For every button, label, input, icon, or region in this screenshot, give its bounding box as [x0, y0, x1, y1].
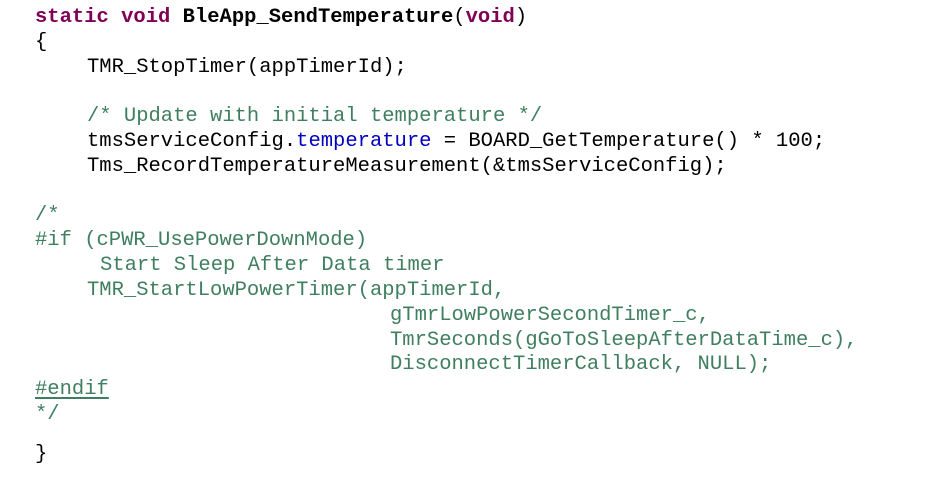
assign-rest: = BOARD_GetTemperature() * 100; — [431, 130, 826, 153]
temperature-field: temperature — [296, 130, 432, 153]
stop-timer-line: TMR_StopTimer(appTimerId); — [87, 56, 407, 79]
code-editor[interactable]: static void BleApp_SendTemperature(void)… — [0, 0, 928, 477]
block-comment-open: /* — [35, 204, 60, 227]
function-signature-line: static void BleApp_SendTemperature(void) — [35, 6, 527, 30]
temperature-assign-line: tmsServiceConfig.temperature = BOARD_Get… — [87, 130, 825, 154]
sleep-comment-line: Start Sleep After Data timer — [100, 254, 445, 277]
endif-directive-line: #endif — [35, 378, 109, 402]
if-directive-line: #if (cPWR_UsePowerDownMode) — [35, 229, 368, 252]
timer-arg-1-line: gTmrLowPowerSecondTimer_c, — [390, 304, 710, 327]
record-measurement-line: Tms_RecordTemperatureMeasurement(&tmsSer… — [87, 155, 727, 178]
endif-link[interactable]: #endif — [35, 378, 109, 401]
start-lowpower-timer-line: TMR_StartLowPowerTimer(appTimerId, — [87, 279, 506, 302]
update-comment-line: /* Update with initial temperature */ — [87, 105, 543, 128]
timer-arg-2-line: TmrSeconds(gGoToSleepAfterDataTime_c), — [390, 329, 858, 352]
open-paren: ( — [453, 6, 466, 29]
close-paren: ) — [514, 6, 528, 29]
keyword-void: void — [465, 6, 515, 29]
close-brace-line: } — [35, 443, 48, 466]
config-prefix: tmsServiceConfig. — [87, 130, 297, 153]
keyword-static-void: static void — [35, 6, 171, 29]
function-name: BleApp_SendTemperature — [182, 6, 454, 29]
block-comment-close: */ — [35, 403, 60, 426]
open-brace-line: { — [35, 31, 48, 54]
timer-arg-3-line: DisconnectTimerCallback, NULL); — [390, 353, 772, 376]
